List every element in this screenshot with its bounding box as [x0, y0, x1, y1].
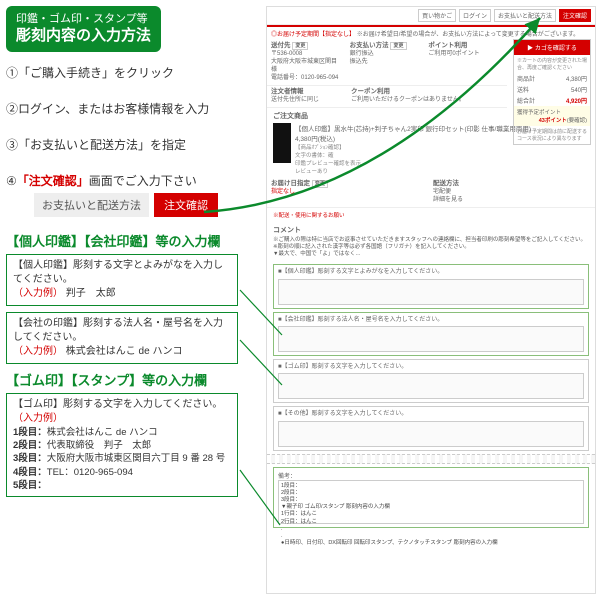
mock-input-personal: ■【個人印鑑】彫刻する文字とよみがなを入力してください。: [273, 264, 589, 308]
crumb-payment: お支払いと配送方法: [494, 9, 556, 22]
header-badge: 印鑑・ゴム印・スタンプ等 彫刻内容の入力方法: [6, 6, 161, 52]
box-company-seal: 【会社の印鑑】彫刻する法人名・屋号名を入力してください。 （入力例） 株式会社は…: [6, 312, 238, 364]
textarea[interactable]: 1段目： 2段目： 3段目： ▼親子印 ゴム印/スタンプ 彫刻内容の入力欄 1行…: [278, 480, 584, 524]
mock-checkout-screenshot: 買い物かご ログイン お支払いと配送方法 注文確認 ◎お届け予定期間【指定なし】…: [266, 6, 596, 594]
tab-payment: お支払いと配送方法: [34, 193, 149, 217]
change-button[interactable]: 変更: [312, 180, 328, 188]
text-input[interactable]: [278, 421, 584, 447]
change-button[interactable]: 変更: [292, 42, 308, 50]
change-button[interactable]: 変更: [390, 42, 406, 50]
box-personal-seal: 【個人印鑑】彫刻する文字とよみがなを入力してください。 （入力例） 判子 太郎: [6, 254, 238, 306]
text-input[interactable]: [278, 373, 584, 399]
mock-breadcrumb: 買い物かご ログイン お支払いと配送方法 注文確認: [267, 7, 595, 25]
box-rubber-stamp: 【ゴム印】彫刻する文字を入力してください。 （入力例） 1段目：株式会社はんこ …: [6, 393, 238, 497]
product-thumb: [273, 123, 291, 163]
mock-input-company: ■【会社印鑑】彫刻する法人名・屋号名を入力してください。: [273, 312, 589, 356]
order-summary-box: ▶ カゴを確認する ※カートの内容が変更された場合、再度ご確認ください 商品計4…: [513, 39, 591, 145]
crumb-confirm: 注文確認: [559, 9, 591, 22]
confirm-cart-button[interactable]: ▶ カゴを確認する: [514, 40, 590, 55]
wavy-divider: [267, 454, 595, 464]
text-input[interactable]: [278, 279, 584, 305]
tab-confirm: 注文確認: [154, 193, 218, 217]
text-input[interactable]: [278, 326, 584, 352]
crumb-login: ログイン: [459, 9, 491, 22]
crumb-cart: 買い物かご: [418, 9, 456, 22]
mock-remarks-box: 備考： 1段目： 2段目： 3段目： ▼親子印 ゴム印/スタンプ 彫刻内容の入力…: [273, 467, 589, 528]
header-small: 印鑑・ゴム印・スタンプ等: [16, 12, 151, 26]
header-big: 彫刻内容の入力方法: [16, 27, 151, 44]
